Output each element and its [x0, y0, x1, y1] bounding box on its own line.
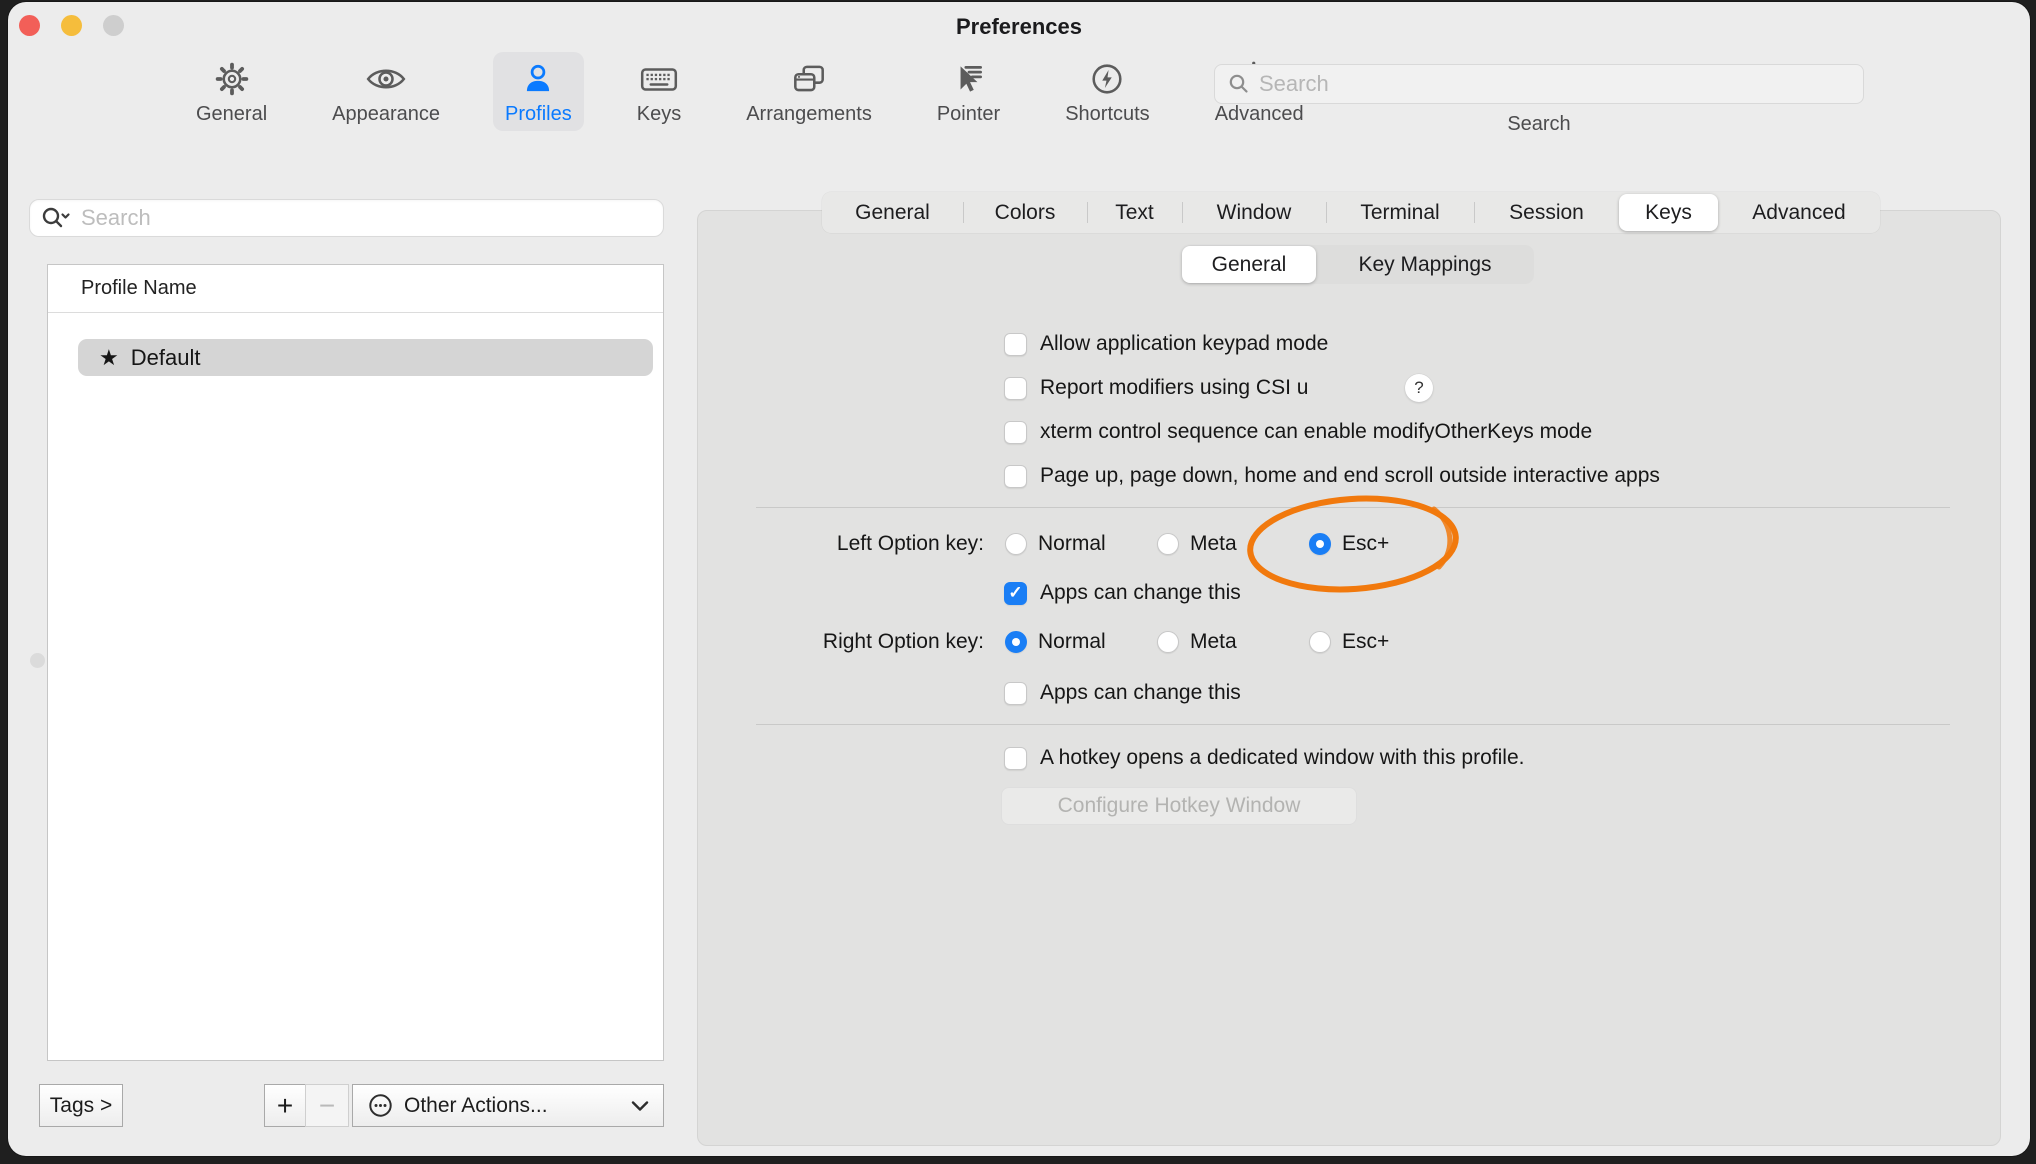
checkbox-keypad-mode[interactable] — [1004, 333, 1027, 356]
radio-left-meta[interactable] — [1157, 533, 1179, 555]
chevron-down-icon — [631, 1100, 649, 1112]
windows-icon — [788, 58, 830, 100]
checkbox-modify-other-keys[interactable] — [1004, 421, 1027, 444]
toolbar-label: Appearance — [332, 103, 440, 126]
toolbar-label: Pointer — [937, 103, 1000, 126]
right-option-key-label: Right Option key: — [698, 630, 984, 654]
toolbar-search-field[interactable] — [1214, 64, 1864, 104]
checkbox-label: Apps can change this — [1040, 681, 1241, 705]
tab-text[interactable]: Text — [1087, 192, 1182, 233]
toolbar-item-shortcuts[interactable]: Shortcuts — [1053, 52, 1161, 131]
gear-icon — [211, 58, 253, 100]
other-actions-label: Other Actions... — [404, 1094, 621, 1118]
radio-label: Esc+ — [1342, 630, 1389, 654]
divider — [756, 724, 1950, 725]
radio-label: Meta — [1190, 630, 1237, 654]
radio-label: Normal — [1038, 532, 1106, 556]
profile-search-field[interactable] — [29, 199, 664, 237]
checkbox-label: Page up, page down, home and end scroll … — [1040, 464, 1660, 488]
toolbar-item-profiles[interactable]: Profiles — [493, 52, 584, 131]
remove-profile-button[interactable]: − — [305, 1084, 349, 1127]
checkbox-row: xterm control sequence can enable modify… — [1004, 417, 1592, 447]
checkbox-label: Report modifiers using CSI u — [1040, 376, 1308, 400]
window-title: Preferences — [8, 14, 2030, 40]
checkbox-label: Allow application keypad mode — [1040, 332, 1328, 356]
toolbar-item-keys[interactable]: Keys — [625, 52, 693, 131]
lightning-icon — [1086, 58, 1128, 100]
hotkey-row: A hotkey opens a dedicated window with t… — [1004, 743, 1524, 773]
add-profile-button[interactable]: + — [264, 1084, 306, 1127]
radio-left-esc[interactable] — [1309, 533, 1331, 555]
eye-icon — [365, 58, 407, 100]
left-option-key-row: Left Option key: Normal Meta Esc+ — [698, 529, 2000, 559]
checkbox-label: xterm control sequence can enable modify… — [1040, 420, 1592, 444]
subtab-key-mappings[interactable]: Key Mappings — [1316, 245, 1534, 284]
checkbox-csi-u[interactable] — [1004, 377, 1027, 400]
pointer-icon — [948, 58, 990, 100]
toolbar-label: Profiles — [505, 103, 572, 126]
help-button[interactable]: ? — [1405, 374, 1433, 402]
radio-left-normal[interactable] — [1005, 533, 1027, 555]
radio-right-normal[interactable] — [1005, 631, 1027, 653]
toolbar-search-caption: Search — [1214, 113, 1864, 136]
toolbar-label: General — [196, 103, 267, 126]
keyboard-icon — [638, 58, 680, 100]
tab-general[interactable]: General — [822, 192, 963, 233]
profile-tabbar: General Colors Text Window Terminal Sess… — [822, 192, 1880, 233]
checkbox-label: A hotkey opens a dedicated window with t… — [1040, 746, 1524, 770]
checkbox-left-apps-change[interactable]: ✓ — [1004, 582, 1027, 605]
subtab-general[interactable]: General — [1182, 246, 1316, 283]
profile-row-default[interactable]: ★ Default — [78, 339, 653, 376]
keys-subtabbar: General Key Mappings — [1182, 245, 1534, 284]
tab-keys[interactable]: Keys — [1619, 194, 1718, 231]
splitter-dot — [30, 653, 45, 668]
toolbar: General Appearance Profiles — [184, 52, 1316, 131]
toolbar-search-input[interactable] — [1259, 71, 1851, 97]
other-actions-dropdown[interactable]: Other Actions... — [352, 1084, 664, 1127]
ellipsis-circle-icon — [367, 1092, 394, 1119]
divider — [756, 507, 1950, 508]
toolbar-item-appearance[interactable]: Appearance — [320, 52, 452, 131]
profile-search-input[interactable] — [81, 205, 653, 231]
checkbox-scroll-outside-apps[interactable] — [1004, 465, 1027, 488]
tab-colors[interactable]: Colors — [963, 192, 1087, 233]
tab-terminal[interactable]: Terminal — [1326, 192, 1474, 233]
radio-label: Esc+ — [1342, 532, 1389, 556]
tab-window[interactable]: Window — [1182, 192, 1326, 233]
tab-session[interactable]: Session — [1474, 192, 1619, 233]
preferences-window: Preferences General — [8, 2, 2030, 1156]
toolbar-item-arrangements[interactable]: Arrangements — [734, 52, 884, 131]
left-apps-can-change-row: ✓ Apps can change this — [1004, 578, 1241, 608]
radio-right-meta[interactable] — [1157, 631, 1179, 653]
toolbar-item-pointer[interactable]: Pointer — [925, 52, 1012, 131]
checkbox-label: Apps can change this — [1040, 581, 1241, 605]
radio-label: Meta — [1190, 532, 1237, 556]
checkbox-hotkey-window[interactable] — [1004, 747, 1027, 770]
profile-list-header: Profile Name — [48, 265, 663, 313]
checkbox-row: Allow application keypad mode — [1004, 329, 1328, 359]
toolbar-search: Search — [1214, 64, 1864, 136]
checkbox-row: Page up, page down, home and end scroll … — [1004, 461, 1660, 491]
tab-advanced[interactable]: Advanced — [1718, 192, 1880, 233]
toolbar-label: Arrangements — [746, 103, 872, 126]
profile-name: Default — [131, 345, 201, 371]
left-option-key-label: Left Option key: — [698, 532, 984, 556]
checkbox-row: Report modifiers using CSI u — [1004, 373, 1308, 403]
toolbar-item-general[interactable]: General — [184, 52, 279, 131]
right-apps-can-change-row: Apps can change this — [1004, 678, 1241, 708]
checkbox-right-apps-change[interactable] — [1004, 682, 1027, 705]
keys-settings-panel: General Colors Text Window Terminal Sess… — [697, 210, 2001, 1146]
right-option-key-row: Right Option key: Normal Meta Esc+ — [698, 627, 2000, 657]
radio-label: Normal — [1038, 630, 1106, 654]
toolbar-label: Keys — [637, 103, 681, 126]
radio-right-esc[interactable] — [1309, 631, 1331, 653]
search-scope-icon[interactable] — [40, 205, 72, 231]
star-icon: ★ — [99, 347, 119, 369]
profile-list: Profile Name ★ Default — [47, 264, 664, 1061]
tags-button[interactable]: Tags > — [39, 1084, 123, 1127]
toolbar-label: Shortcuts — [1065, 103, 1149, 126]
person-icon — [517, 58, 559, 100]
search-icon — [1227, 72, 1251, 96]
configure-hotkey-window-button[interactable]: Configure Hotkey Window — [1001, 787, 1357, 825]
